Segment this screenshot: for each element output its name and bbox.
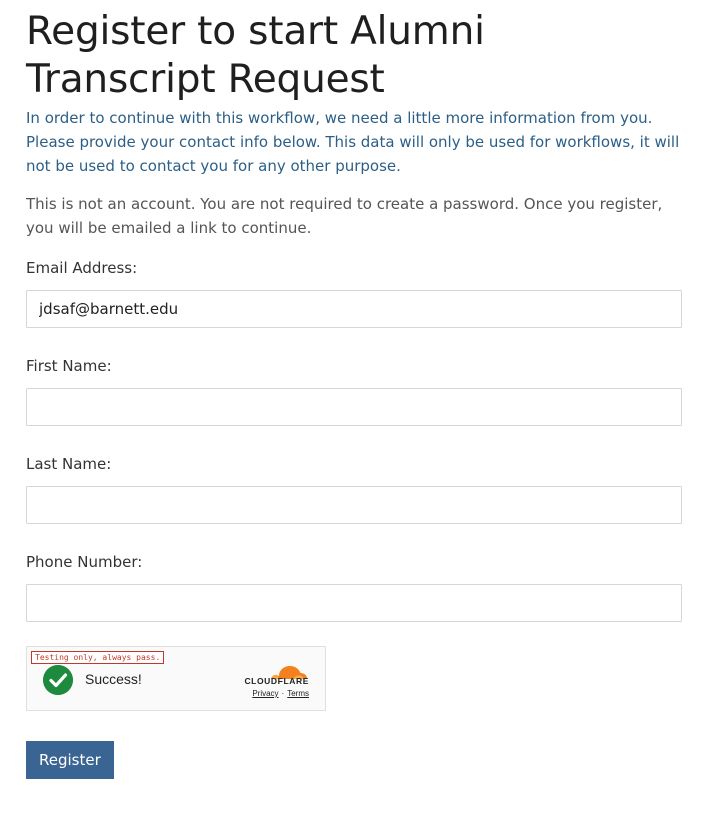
- registration-container: Register to start Alumni Transcript Requ…: [26, 8, 682, 779]
- phone-input[interactable]: [26, 584, 682, 622]
- cloudflare-wordmark: CLOUDFLARE: [244, 676, 309, 686]
- phone-label: Phone Number:: [26, 553, 143, 571]
- captcha-links: Privacy · Terms: [252, 689, 309, 698]
- captcha-test-notice: Testing only, always pass.: [31, 651, 165, 664]
- captcha-widget[interactable]: Testing only, always pass. Success! CLOU…: [26, 646, 326, 711]
- register-button[interactable]: Register: [26, 741, 114, 779]
- last-name-input[interactable]: [26, 486, 682, 524]
- page-title: Register to start Alumni Transcript Requ…: [26, 9, 485, 102]
- first-name-label: First Name:: [26, 357, 112, 375]
- privacy-link[interactable]: Privacy: [252, 689, 278, 698]
- check-circle-icon: [43, 665, 73, 695]
- registration-form: Email Address: First Name: Last Name: Ph…: [26, 256, 682, 779]
- last-name-label: Last Name:: [26, 455, 112, 473]
- email-label: Email Address:: [26, 259, 138, 277]
- captcha-status: Success!: [85, 671, 142, 687]
- account-note: This is not an account. You are not requ…: [26, 195, 663, 237]
- intro-text: In order to continue with this workflow,…: [26, 109, 680, 175]
- terms-link[interactable]: Terms: [287, 689, 309, 698]
- link-separator: ·: [281, 689, 285, 698]
- email-input[interactable]: [26, 290, 682, 328]
- first-name-input[interactable]: [26, 388, 682, 426]
